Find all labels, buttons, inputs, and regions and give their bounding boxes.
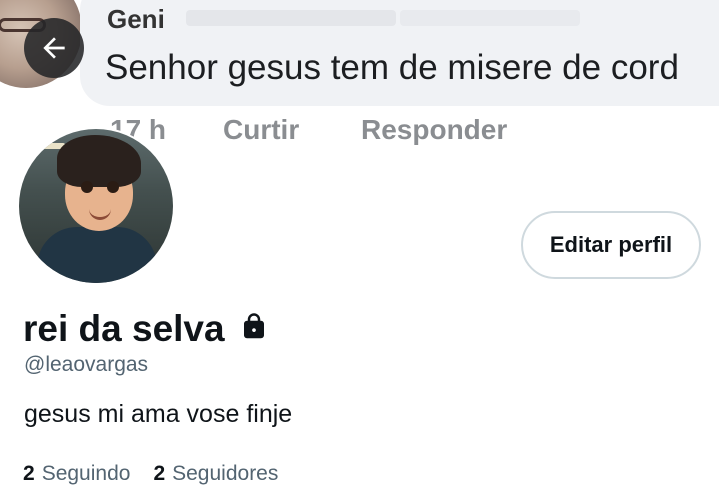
arrow-left-icon	[38, 32, 70, 64]
user-bio: gesus mi ama vose finje	[24, 400, 293, 428]
following-count: 2	[23, 462, 35, 485]
back-button[interactable]	[24, 18, 84, 78]
edit-profile-button[interactable]: Editar perfil	[521, 211, 701, 279]
comment-text: Senhor gesus tem de misere de cord	[105, 48, 679, 87]
display-name: rei da selva	[23, 308, 225, 349]
commenter-name: Geni	[107, 4, 165, 34]
lock-icon	[239, 312, 269, 342]
following-label: Seguindo	[41, 462, 131, 485]
followers-link[interactable]: 2 Seguidores	[153, 462, 278, 486]
follow-stats: 2 Seguindo 2 Seguidores	[23, 462, 301, 486]
like-link: Curtir	[223, 114, 300, 145]
user-handle: @leaovargas	[24, 353, 149, 376]
profile-avatar[interactable]	[17, 127, 175, 285]
redacted-surname	[186, 10, 396, 26]
redacted-surname	[400, 10, 580, 26]
followers-label: Seguidores	[172, 462, 279, 485]
following-link[interactable]: 2 Seguindo	[23, 462, 130, 486]
followers-count: 2	[153, 462, 166, 485]
profile-screen: Geni Senhor gesus tem de misere de cord …	[0, 0, 719, 493]
display-name-row: rei da selva	[23, 308, 269, 350]
reply-link: Responder	[361, 114, 508, 145]
